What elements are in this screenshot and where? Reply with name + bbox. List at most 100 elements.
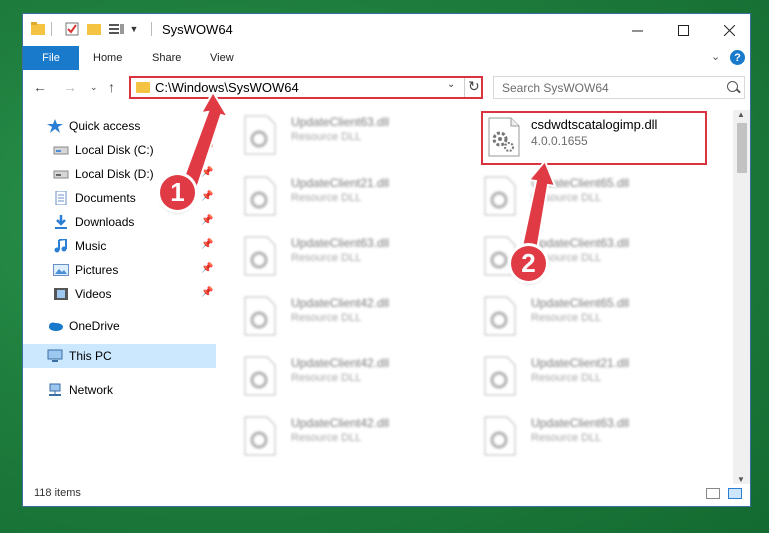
forward-icon[interactable]: → [63, 78, 77, 96]
vertical-scrollbar[interactable]: ▲ ▼ [733, 110, 750, 484]
file-type: Resource DLL [291, 192, 362, 204]
list-item[interactable]: UpdateClient65.dll Resource DLL [483, 176, 683, 221]
sidebar-item-documents[interactable]: Documents [53, 188, 136, 208]
sidebar-item-local-disk-c[interactable]: Local Disk (C:) [53, 140, 154, 160]
search-box[interactable]: Search SysWOW64 [493, 76, 745, 99]
sidebar-item-downloads[interactable]: Downloads [53, 212, 134, 232]
file-type: Resource DLL [531, 432, 602, 444]
dll-file-icon [244, 356, 276, 396]
sidebar-item-pictures[interactable]: Pictures [53, 260, 118, 280]
callout-badge: 2 [511, 246, 546, 281]
scrollbar-thumb[interactable] [737, 123, 747, 173]
list-item[interactable]: UpdateClient42.dll Resource DLL [243, 416, 443, 461]
help-icon[interactable]: ? [730, 50, 745, 65]
scroll-up-icon[interactable]: ▲ [737, 110, 745, 119]
sidebar-item-label: Pictures [75, 263, 119, 277]
search-icon[interactable] [727, 81, 738, 92]
sidebar-item-videos[interactable]: Videos [53, 284, 111, 304]
search-input[interactable]: Search SysWOW64 [502, 81, 609, 95]
file-name: UpdateClient42.dll [291, 296, 390, 310]
customize-toolbar-icon[interactable] [109, 22, 125, 36]
sidebar-item-network[interactable]: Network [47, 380, 113, 400]
pictures-icon [53, 263, 69, 277]
divider [464, 78, 465, 97]
list-item[interactable]: UpdateClient63.dll Resource DLL [243, 115, 443, 160]
pin-icon[interactable]: 📌 [201, 263, 213, 274]
sidebar-item-this-pc[interactable]: This PC [47, 346, 112, 366]
divider [51, 22, 52, 36]
up-icon[interactable]: ↑ [108, 78, 115, 96]
sidebar-item-quick-access[interactable]: Quick access [47, 116, 140, 136]
callout-badge: 1 [160, 175, 195, 210]
file-type: Resource DLL [291, 432, 362, 444]
onedrive-icon [47, 319, 63, 333]
pin-icon[interactable]: 📌 [201, 215, 213, 226]
list-item[interactable]: UpdateClient21.dll Resource DLL [243, 176, 443, 221]
sidebar-item-onedrive[interactable]: OneDrive [47, 316, 120, 336]
sidebar-item-label: Network [69, 383, 114, 397]
expand-ribbon-icon[interactable]: ⌄ [711, 50, 720, 63]
list-item[interactable]: UpdateClient21.dll Resource DLL [483, 356, 683, 401]
star-icon [47, 119, 63, 133]
address-bar[interactable]: C:\Windows\SysWOW64 ⌄ ↻ [129, 76, 483, 99]
dll-file-icon [244, 236, 276, 276]
highlighted-file[interactable]: csdwdtscatalogimp.dll 4.0.0.1655 [481, 111, 707, 165]
file-name: UpdateClient63.dll [531, 236, 630, 250]
sidebar-item-music[interactable]: Music [53, 236, 106, 256]
documents-icon [53, 190, 69, 206]
dll-file-icon [244, 115, 276, 155]
recent-locations-icon[interactable]: ⌄ [90, 78, 98, 96]
dll-file-icon [244, 176, 276, 216]
list-item[interactable]: UpdateClient63.dll Resource DLL [243, 236, 443, 281]
tab-view[interactable]: View [210, 46, 234, 70]
list-item[interactable]: UpdateClient42.dll Resource DLL [243, 356, 443, 401]
list-item[interactable]: UpdateClient42.dll Resource DLL [243, 296, 443, 341]
file-name: UpdateClient42.dll [291, 356, 390, 370]
tab-share[interactable]: Share [152, 46, 181, 70]
dll-file-icon [484, 176, 516, 216]
details-view-icon[interactable] [706, 488, 720, 499]
file-name: UpdateClient63.dll [291, 236, 390, 250]
network-icon [47, 383, 63, 397]
new-folder-icon[interactable] [87, 22, 101, 36]
item-count: 118 items [34, 487, 81, 499]
address-path[interactable]: C:\Windows\SysWOW64 [155, 80, 299, 95]
dll-file-icon [244, 296, 276, 336]
pin-icon[interactable]: 📌 [201, 239, 213, 250]
sidebar-item-label: Videos [75, 287, 112, 301]
drive-icon [53, 167, 69, 181]
pin-icon[interactable]: 📌 [201, 143, 213, 154]
dll-file-icon [484, 416, 516, 456]
file-type: Resource DLL [291, 312, 362, 324]
sidebar-item-label: This PC [69, 349, 112, 363]
maximize-button[interactable] [660, 14, 706, 46]
file-type: Resource DLL [291, 131, 362, 143]
pin-icon[interactable]: 📌 [201, 287, 213, 298]
minimize-button[interactable] [614, 14, 660, 46]
file-name: csdwdtscatalogimp.dll [531, 117, 658, 132]
folder-icon[interactable] [31, 22, 45, 36]
tab-file[interactable]: File [23, 46, 79, 70]
scroll-down-icon[interactable]: ▼ [737, 475, 745, 484]
close-button[interactable] [706, 14, 752, 46]
chevron-down-icon[interactable]: ⌄ [447, 79, 455, 90]
folder-icon [136, 82, 150, 93]
chevron-down-icon[interactable]: ▼ [129, 22, 139, 36]
properties-icon[interactable] [65, 22, 79, 36]
pin-icon[interactable]: 📌 [201, 191, 213, 202]
file-name: UpdateClient63.dll [291, 115, 390, 129]
list-item[interactable]: UpdateClient63.dll Resource DLL [483, 416, 683, 461]
file-type: Resource DLL [291, 252, 362, 264]
sidebar-item-label: Local Disk (D:) [75, 167, 154, 181]
videos-icon [53, 287, 69, 301]
sidebar-item-local-disk-d[interactable]: Local Disk (D:) [53, 164, 154, 184]
tiles-view-icon[interactable] [728, 488, 742, 499]
list-item[interactable]: UpdateClient65.dll Resource DLL [483, 296, 683, 341]
refresh-icon[interactable]: ↻ [468, 78, 480, 95]
file-type: Resource DLL [531, 312, 602, 324]
downloads-icon [53, 215, 69, 229]
back-icon[interactable]: ← [33, 78, 47, 96]
tab-home[interactable]: Home [93, 46, 122, 70]
pin-icon[interactable]: 📌 [201, 167, 213, 178]
file-type: Resource DLL [531, 192, 602, 204]
